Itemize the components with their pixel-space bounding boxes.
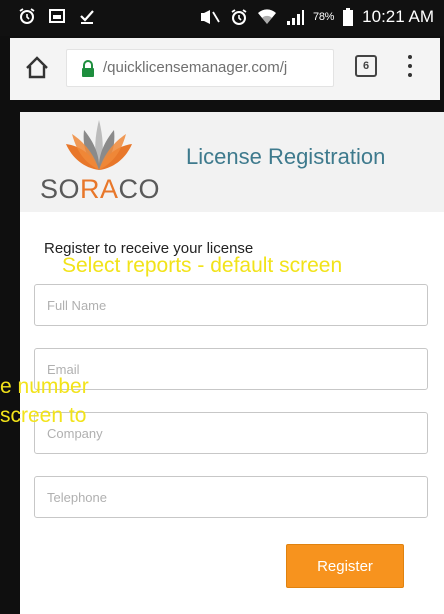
registration-page: SORACO License Registration Register to … [20, 112, 444, 614]
battery-icon [343, 8, 354, 26]
page-header: SORACO License Registration [20, 112, 444, 212]
company-field[interactable] [34, 412, 428, 454]
email-field[interactable] [34, 348, 428, 390]
register-button[interactable]: Register [286, 544, 404, 588]
page-title: License Registration [186, 144, 386, 169]
mute-icon [199, 9, 221, 25]
download-icon [78, 7, 96, 30]
gallery-icon [48, 7, 66, 30]
overlay-caption: e number [0, 375, 89, 398]
status-bar: 78% 10:21 AM [0, 0, 444, 36]
url-text[interactable]: /quicklicensemanager.com/j [103, 59, 329, 76]
browser-toolbar: /quicklicensemanager.com/j 6 [10, 38, 440, 100]
telephone-field[interactable] [34, 476, 428, 518]
wifi-icon [257, 8, 277, 26]
address-bar[interactable]: /quicklicensemanager.com/j [66, 49, 334, 87]
alarm-icon [18, 7, 36, 30]
lotus-icon [66, 120, 132, 170]
lock-icon [81, 60, 95, 82]
full-name-field[interactable] [34, 284, 428, 326]
overlay-caption: screen to [0, 404, 87, 427]
soraco-logo: SORACO [40, 112, 180, 208]
signal-icon [286, 9, 305, 25]
alarm-icon [230, 8, 248, 26]
home-button[interactable] [24, 55, 50, 81]
more-vert-icon[interactable] [407, 55, 413, 81]
clock: 10:21 AM [362, 7, 434, 26]
logo-wordmark: SORACO [40, 174, 161, 204]
battery-percent: 78% [313, 11, 335, 23]
overlay-caption: Select reports - default screen [62, 254, 343, 277]
tabs-button[interactable]: 6 [355, 55, 377, 77]
home-icon [26, 56, 48, 79]
